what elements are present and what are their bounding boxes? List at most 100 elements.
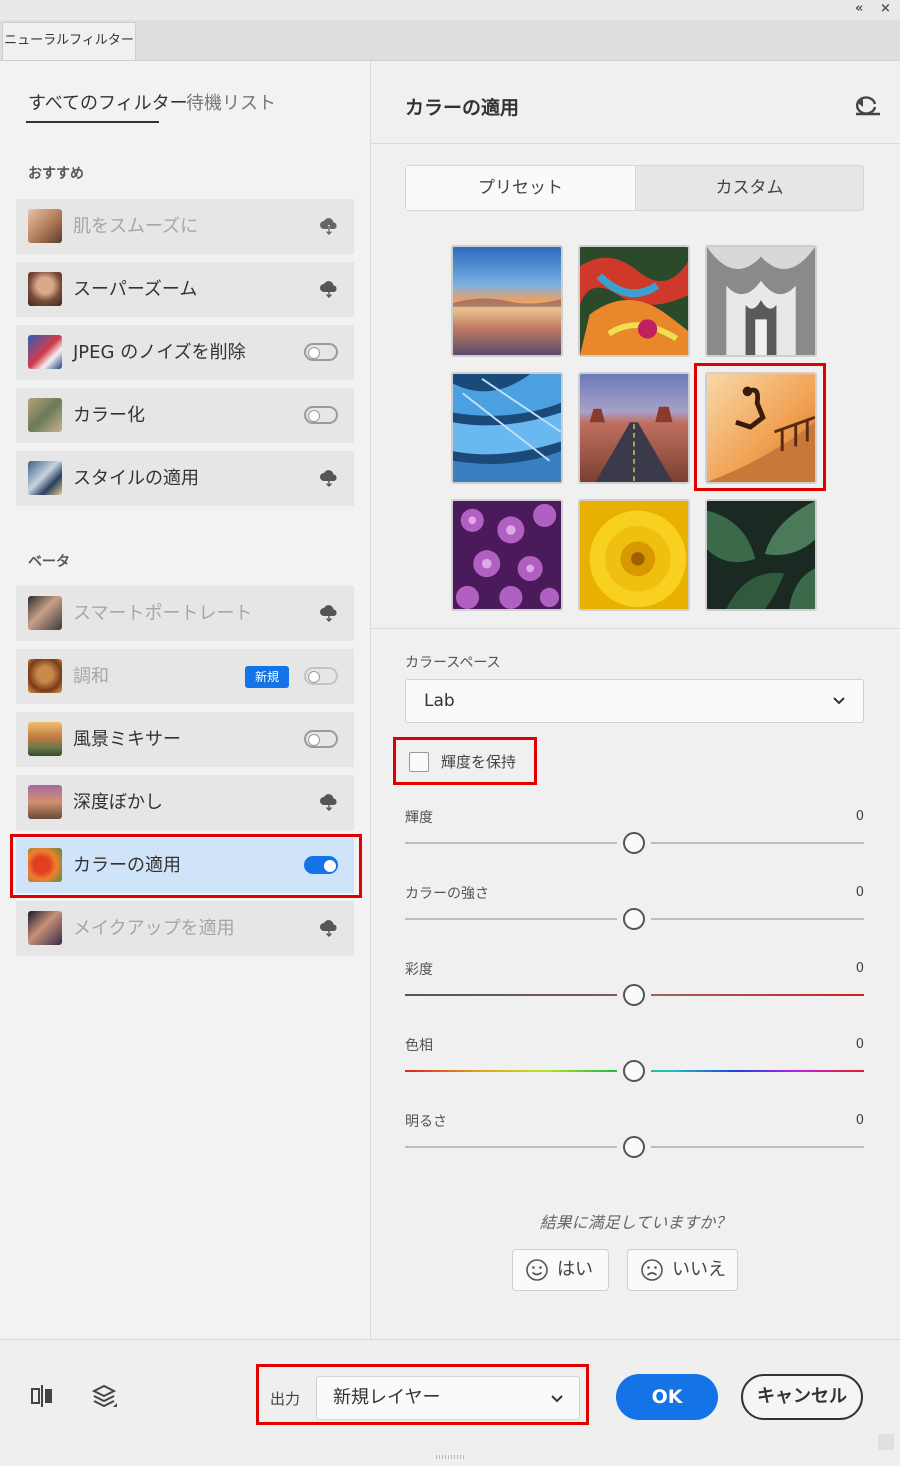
desert-road-preset[interactable] (578, 372, 690, 484)
filter-item-makeup-transfer[interactable]: メイクアップを適用 (16, 901, 354, 956)
page-title: カラーの適用 (405, 97, 520, 119)
filter-thumbnail (28, 911, 62, 945)
resize-grip[interactable] (436, 1455, 464, 1459)
filter-thumbnail (28, 335, 62, 369)
filter-label: スーパーズーム (73, 279, 198, 300)
cloud-download-icon[interactable] (319, 792, 339, 812)
filter-thumbnail (28, 209, 62, 243)
cloud-download-icon[interactable] (319, 603, 339, 623)
slider-handle[interactable] (623, 1060, 645, 1082)
tab-custom[interactable]: カスタム (635, 166, 864, 210)
slider-value: 0 (855, 809, 864, 824)
preserve-luminance-label: 輝度を保持 (441, 753, 517, 771)
filter-thumbnail (28, 848, 62, 882)
colorspace-label: カラースペース (405, 655, 501, 671)
section-recommended: おすすめ (28, 166, 84, 182)
reset-icon[interactable] (854, 93, 882, 117)
filter-item-smart-portrait[interactable]: スマートポートレート (16, 586, 354, 641)
filter-thumbnail (28, 461, 62, 495)
filter-item-harmonization[interactable]: 調和 新規 (16, 649, 354, 704)
output-select[interactable]: 新規レイヤー (316, 1376, 580, 1420)
filter-item-color-transfer[interactable]: カラーの適用 (16, 838, 354, 893)
sunset-lake-preset[interactable] (451, 245, 563, 357)
window-titlebar: « × (0, 0, 900, 21)
slider-value: 0 (855, 1113, 864, 1128)
colorspace-value: Lab (424, 691, 455, 711)
slider-label: 輝度 (405, 810, 433, 826)
filter-settings-panel: カラーの適用 プリセット カスタム カラースペース Lab 輝度を保持 輝度 0… (371, 61, 900, 1339)
monstera-leaves-preset[interactable] (705, 499, 817, 611)
filter-label: カラー化 (73, 405, 145, 426)
filter-label: スマートポートレート (73, 603, 253, 624)
color-intensity-slider[interactable] (405, 907, 864, 931)
filter-label: 肌をスムーズに (73, 216, 199, 237)
orange-skater-preset[interactable] (705, 372, 817, 484)
abstract-paint-preset[interactable] (578, 245, 690, 357)
preserve-luminance-checkbox[interactable] (409, 752, 429, 772)
filter-item-jpeg-artifact-removal[interactable]: JPEG のノイズを削除 (16, 325, 354, 380)
saturation-slider[interactable] (405, 983, 864, 1007)
filter-label: メイクアップを適用 (73, 918, 235, 939)
filter-thumbnail (28, 722, 62, 756)
cathedral-bw-preset[interactable] (705, 245, 817, 357)
ok-button[interactable]: OK (616, 1374, 718, 1420)
brightness-slider[interactable] (405, 1135, 864, 1159)
luminance-slider[interactable] (405, 831, 864, 855)
layer-preview-icon[interactable] (90, 1382, 118, 1410)
slider-handle[interactable] (623, 832, 645, 854)
smile-icon (526, 1259, 548, 1281)
filter-thumbnail (28, 272, 62, 306)
filter-item-landscape-mixer[interactable]: 風景ミキサー (16, 712, 354, 767)
cloud-download-icon[interactable] (319, 279, 339, 299)
cloud-download-icon[interactable] (319, 468, 339, 488)
preset-custom-switch: プリセット カスタム (405, 165, 864, 211)
filter-toggle[interactable] (304, 856, 338, 874)
feedback-yes-button[interactable]: はい (512, 1249, 609, 1291)
filter-toggle[interactable] (304, 667, 338, 685)
filter-item-colorize[interactable]: カラー化 (16, 388, 354, 443)
filter-item-style-transfer[interactable]: スタイルの適用 (16, 451, 354, 506)
tab-neural-filters[interactable]: ニューラルフィルター (2, 22, 136, 60)
divider (371, 628, 900, 629)
filter-label: スタイルの適用 (73, 468, 199, 489)
tab-waitlist[interactable]: 待機リスト (186, 89, 276, 115)
close-icon[interactable]: × (880, 1, 891, 16)
filter-label: 深度ぼかし (73, 792, 163, 813)
blue-feathers-preset[interactable] (451, 372, 563, 484)
purple-flowers-preset[interactable] (451, 499, 563, 611)
colorspace-select[interactable]: Lab (405, 679, 864, 723)
slider-handle[interactable] (623, 984, 645, 1006)
preset-grid (451, 245, 821, 611)
yellow-flower-preset[interactable] (578, 499, 690, 611)
filter-toggle[interactable] (304, 406, 338, 424)
feedback-no-button[interactable]: いいえ (627, 1249, 738, 1291)
panel-footer: 出力 新規レイヤー OK キャンセル (0, 1339, 900, 1466)
slider-handle[interactable] (623, 1136, 645, 1158)
filter-label: 風景ミキサー (73, 729, 181, 750)
panel-header: カラーの適用 (371, 61, 900, 144)
filter-list-panel: すべてのフィルター 待機リスト おすすめ 肌をスムーズに スーパーズーム JPE… (0, 61, 371, 1339)
filter-label: JPEG のノイズを削除 (73, 342, 246, 363)
collapse-panel-icon[interactable]: « (855, 1, 863, 16)
cancel-button[interactable]: キャンセル (741, 1374, 863, 1420)
filter-item-skin-smoothing[interactable]: 肌をスムーズに (16, 199, 354, 254)
feedback-question: 結果に満足していますか？ (539, 1213, 732, 1232)
chevron-down-icon (833, 697, 845, 705)
slider-value: 0 (855, 961, 864, 976)
filter-label: カラーの適用 (73, 855, 181, 876)
cloud-download-icon[interactable] (319, 216, 339, 236)
hue-slider[interactable] (405, 1059, 864, 1083)
filter-toggle[interactable] (304, 343, 338, 361)
filter-item-depth-blur[interactable]: 深度ぼかし (16, 775, 354, 830)
tab-preset[interactable]: プリセット (406, 166, 636, 210)
before-after-compare-icon[interactable] (28, 1382, 56, 1410)
section-beta: ベータ (28, 554, 70, 570)
filter-toggle[interactable] (304, 730, 338, 748)
cloud-download-icon[interactable] (319, 918, 339, 938)
tab-all-filters[interactable]: すべてのフィルター (28, 89, 188, 115)
slider-label: 色相 (405, 1038, 433, 1054)
resize-corner[interactable] (878, 1434, 894, 1450)
slider-handle[interactable] (623, 908, 645, 930)
active-tab-underline (26, 121, 159, 123)
filter-item-super-zoom[interactable]: スーパーズーム (16, 262, 354, 317)
